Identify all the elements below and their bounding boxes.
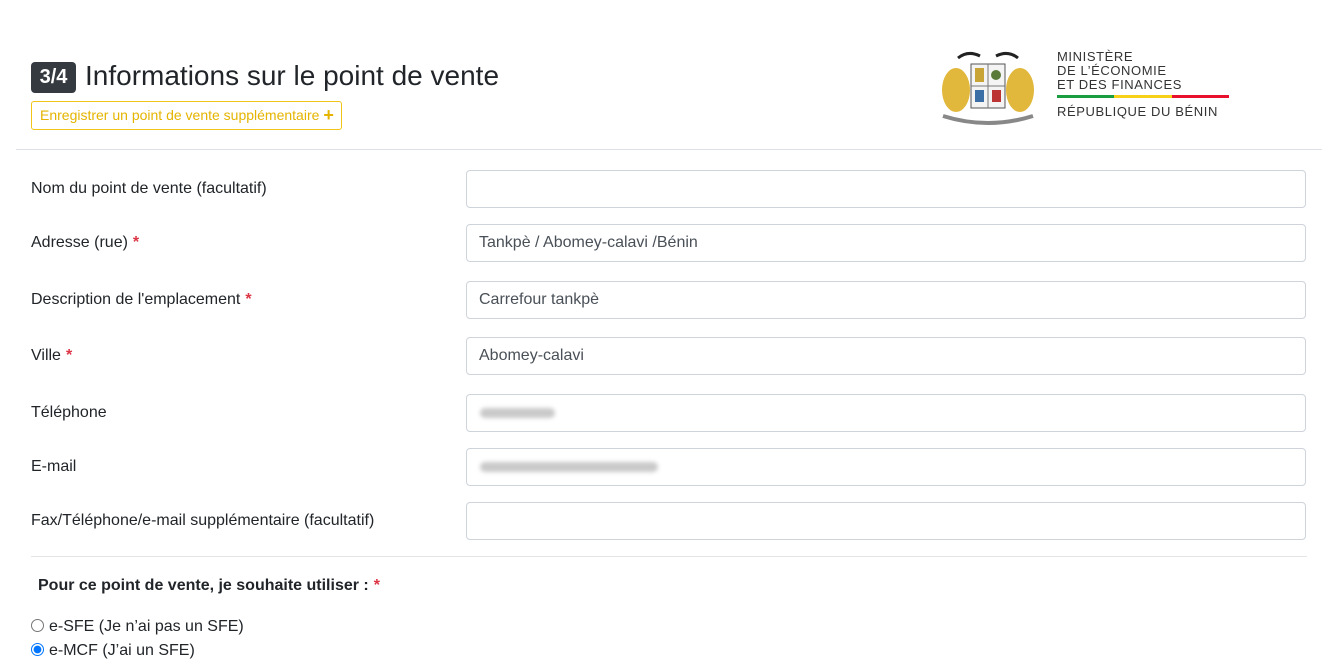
field-row-description: Description de l'emplacement * — [0, 281, 1328, 319]
usage-question: Pour ce point de vente, je souhaite util… — [38, 577, 380, 594]
redacted-phone — [480, 408, 555, 418]
field-row-city: Ville * — [0, 337, 1328, 375]
field-label-description: Description de l'emplacement * — [31, 291, 252, 308]
flag-green — [1057, 95, 1115, 98]
address-input[interactable] — [466, 224, 1306, 262]
esfe-label: e-SFE (Je n’ai pas un SFE) — [49, 618, 244, 635]
add-point-of-sale-label: Enregistrer un point de vente supplément… — [40, 107, 320, 123]
republic-name: RÉPUBLIQUE DU BÉNIN — [1057, 104, 1218, 119]
emcf-radio[interactable] — [31, 643, 44, 656]
ministry-line-3: ET DES FINANCES — [1057, 77, 1183, 92]
field-label-email: E-mail — [31, 458, 77, 475]
step-badge: 3/4 — [31, 62, 76, 93]
ministry-line-2: DE L’ÉCONOMIE — [1057, 63, 1167, 78]
required-mark: * — [373, 577, 380, 594]
required-mark: * — [65, 347, 73, 364]
field-row-extra-contact: Fax/Téléphone/e-mail supplémentaire (fac… — [0, 502, 1328, 540]
esfe-radio[interactable] — [31, 619, 44, 632]
field-row-email: E-mail — [0, 448, 1328, 486]
field-label-city: Ville * — [31, 347, 73, 364]
location-description-input[interactable] — [466, 281, 1306, 319]
benin-coat-of-arms-icon — [942, 51, 1034, 125]
page-header: 3/4 Informations sur le point de vente E… — [0, 0, 1328, 150]
ministry-line-1: MINISTÈRE — [1057, 49, 1134, 64]
field-label-phone: Téléphone — [31, 404, 107, 421]
section-divider — [31, 556, 1307, 557]
plus-icon: + — [323, 105, 334, 125]
field-row-phone: Téléphone — [0, 394, 1328, 432]
required-mark: * — [132, 234, 140, 251]
header-divider — [16, 149, 1322, 150]
flag-yellow — [1114, 95, 1172, 98]
point-of-sale-name-input[interactable] — [466, 170, 1306, 208]
field-row-address: Adresse (rue) * — [0, 224, 1328, 262]
city-input[interactable] — [466, 337, 1306, 375]
field-label-extra-contact: Fax/Téléphone/e-mail supplémentaire (fac… — [31, 512, 375, 529]
phone-input[interactable] — [466, 394, 1306, 432]
radio-option-esfe[interactable]: e-SFE (Je n’ai pas un SFE) — [31, 617, 244, 637]
emcf-label: e-MCF (J’ai un SFE) — [49, 642, 195, 659]
required-mark: * — [245, 291, 252, 308]
extra-contact-input[interactable] — [466, 502, 1306, 540]
field-row-name: Nom du point de vente (facultatif) — [0, 170, 1328, 208]
page-title: Informations sur le point de vente — [85, 60, 500, 91]
field-label-name: Nom du point de vente (facultatif) — [31, 180, 267, 197]
field-label-address: Adresse (rue) * — [31, 234, 140, 251]
redacted-email — [480, 462, 658, 472]
flag-red — [1171, 95, 1229, 98]
add-point-of-sale-button[interactable]: Enregistrer un point de vente supplément… — [31, 101, 342, 130]
radio-option-emcf[interactable]: e-MCF (J’ai un SFE) — [31, 641, 195, 661]
ministry-logo: MINISTÈRE DE L’ÉCONOMIE ET DES FINANCES … — [1057, 50, 1232, 119]
flag-stripe — [1057, 95, 1229, 98]
